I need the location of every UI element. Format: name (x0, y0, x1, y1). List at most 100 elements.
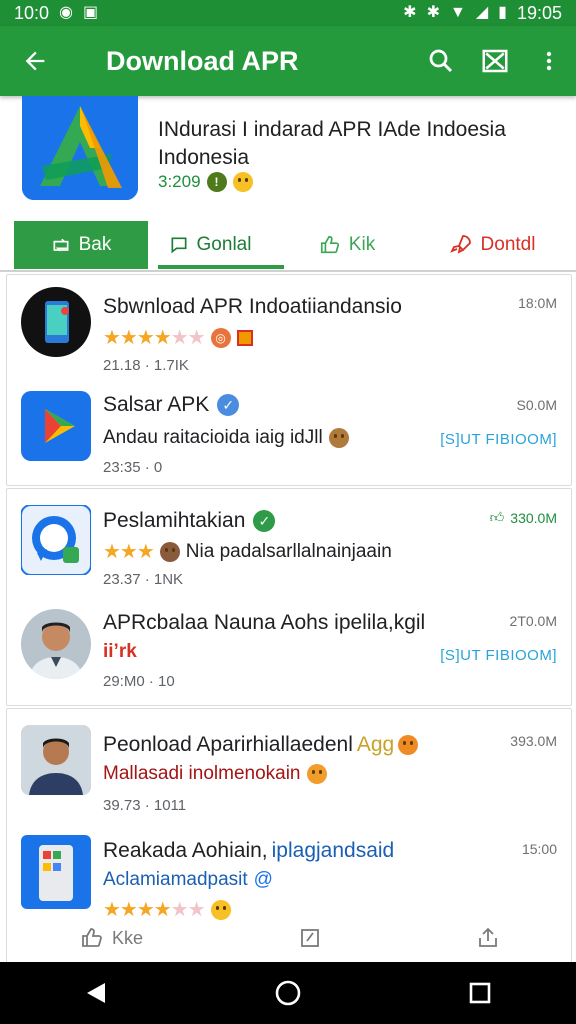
item-subtitle: Aclamiamadpasit (103, 869, 248, 890)
badge-icon: ! (206, 172, 227, 192)
tab-download[interactable]: Dontdl (422, 221, 562, 269)
overflow-menu-button[interactable] (522, 26, 576, 96)
nav-recents-button[interactable] (460, 973, 500, 1013)
item-subtitle-row: ★★★ Nia padalsarllalnainjaain (103, 539, 392, 564)
list-item[interactable]: APRcbalaa Nauna Aohs ipelila,kgil 2T0.0M… (7, 601, 571, 705)
item-size: 15:00 (521, 841, 557, 857)
app-header: INdurasi I indarad APR IAde Indoesia Ind… (0, 96, 576, 220)
arrow-back-icon (25, 51, 45, 71)
tab-like-label: Kik (348, 234, 376, 255)
messenger-icon: ◉ (59, 4, 74, 21)
like-action[interactable]: Kke (80, 926, 143, 950)
item-title: Peonload Aparirhiallaedenl (103, 733, 353, 756)
item-title: Reakada Aohiain, (103, 839, 268, 862)
item-title: Peslamihtakian (103, 509, 246, 532)
face-emoji-icon (159, 541, 180, 562)
app-logo (22, 96, 138, 200)
square-recents-icon (469, 982, 491, 1004)
item-action-link[interactable]: [S]UT FIBIOOM] (440, 431, 557, 448)
share-icon (479, 927, 497, 947)
app-bar: Download APR (0, 26, 576, 96)
item-size: S0.0M (516, 397, 557, 413)
list-item[interactable]: Peslamihtakian ✓ 👍︎ 330.0M ★★★ Nia padal… (7, 495, 571, 599)
item-title-row: Salsar APK ✓ (103, 393, 240, 417)
status-right: ✱ ✱ ▼ ◢ ▮ 19:05 (403, 3, 562, 24)
battery-icon: ▮ (498, 4, 507, 21)
item-meta: 39.73 · 1011 (103, 797, 187, 814)
list-item[interactable]: Sbwnload APR Indoatiiandansio 18:0M ★★★★… (7, 281, 571, 385)
face-emoji-icon (328, 428, 349, 448)
app-logo-art (22, 96, 138, 200)
thumb-up-icon (82, 928, 102, 947)
vibrate-icon: ✱ (426, 4, 440, 21)
signal-icon: ◢ (475, 4, 489, 21)
thumb-up-icon: 👍︎ (489, 509, 505, 525)
edit-icon (300, 929, 319, 947)
tab-bar: Bak Gonlal Kik Dontdl (14, 221, 562, 269)
item-meta: 23.37 · 1NK (103, 571, 184, 588)
item-title-row: Peslamihtakian ✓ (103, 509, 276, 533)
item-avatar (21, 609, 91, 679)
tab-like[interactable]: Kik (272, 221, 422, 269)
list-item[interactable]: Reakada Aohiain, iplagjandsaid 15:00 Acl… (7, 829, 571, 933)
more-vert-icon (546, 51, 552, 71)
item-size: 2T0.0M (509, 613, 557, 629)
nav-back-button[interactable] (76, 973, 116, 1013)
wink-emoji-icon (210, 899, 231, 920)
list-item[interactable]: Peonload Aparirhiallaedenl Agg 393.0M Ma… (7, 717, 571, 821)
search-button[interactable] (414, 26, 468, 96)
list-card: Peslamihtakian ✓ 👍︎ 330.0M ★★★ Nia padal… (6, 488, 572, 706)
like-action-label: Kke (112, 927, 144, 948)
chat-icon (171, 237, 187, 254)
search-icon (429, 49, 453, 73)
share-action[interactable] (476, 926, 500, 950)
app-screen: 10:0 ◉ ▣ ✱ ✱ ▼ ◢ ▮ 19:05 Download APR IN… (0, 0, 576, 1024)
bottom-actions: Kke (80, 920, 500, 956)
rating-stars: ★★★★★★ (103, 327, 206, 349)
item-title-tail: Agg (356, 733, 395, 756)
item-rating-row: ★★★★★★ ◎ (103, 325, 253, 350)
play-app-icon (21, 391, 91, 461)
item-avatar (20, 504, 92, 576)
bluetooth-icon: ✱ (403, 4, 417, 21)
item-avatar (21, 391, 91, 461)
app-meta: 3:209 ! (158, 172, 253, 192)
nav-home-button[interactable] (268, 973, 308, 1013)
item-meta: 29:M0 · 10 (103, 673, 175, 690)
item-meta: 21.18 · 1.7IK (103, 357, 189, 374)
person-photo (21, 725, 91, 795)
item-size-row: 👍︎ 330.0M (490, 509, 557, 526)
smile-emoji-icon (306, 764, 327, 784)
chat-app-icon (20, 504, 92, 576)
verified-icon: ✓ (217, 394, 240, 416)
item-subtitle-row: Mallasadi inolmenokain (103, 763, 327, 785)
circle-home-icon (275, 980, 301, 1006)
triangle-back-icon (87, 983, 105, 1003)
refresh-icon (53, 238, 69, 252)
list-card: Sbwnload APR Indoatiiandansio 18:0M ★★★★… (6, 274, 572, 486)
flag-icon (236, 329, 253, 346)
item-subtitle: ii’rk (103, 641, 137, 662)
phone-app-icon (21, 287, 91, 357)
tab-back-label: Bak (78, 234, 112, 255)
tab-general-label: Gonlal (196, 234, 252, 255)
item-subtitle-row: Aclamiamadpasit @ (103, 869, 273, 891)
mail-button[interactable] (468, 26, 522, 96)
badge-icon: ◎ (210, 327, 231, 348)
back-button[interactable] (0, 26, 70, 96)
at-icon: @ (253, 869, 273, 890)
phone-app-icon (21, 835, 91, 909)
mail-x-icon (482, 49, 508, 73)
tab-general[interactable]: Gonlal (148, 221, 284, 269)
edit-action[interactable] (298, 926, 322, 950)
item-avatar (21, 835, 91, 909)
rating-stars: ★★★★★★ (103, 899, 206, 921)
tab-back[interactable]: Bak (14, 221, 148, 269)
wifi-icon: ▼ (449, 4, 466, 21)
item-title-tail: iplagjandsaid (271, 839, 395, 862)
item-action-link[interactable]: [S]UT FIBIOOM] (440, 647, 557, 664)
list-item[interactable]: Salsar APK ✓ S0.0M Andau raitacioida iai… (7, 383, 571, 487)
item-size: 18:0M (518, 295, 557, 311)
app-title: INdurasi I indarad APR IAde Indoesia Ind… (158, 118, 506, 169)
item-title: Sbwnload APR Indoatiiandansio (103, 295, 402, 318)
